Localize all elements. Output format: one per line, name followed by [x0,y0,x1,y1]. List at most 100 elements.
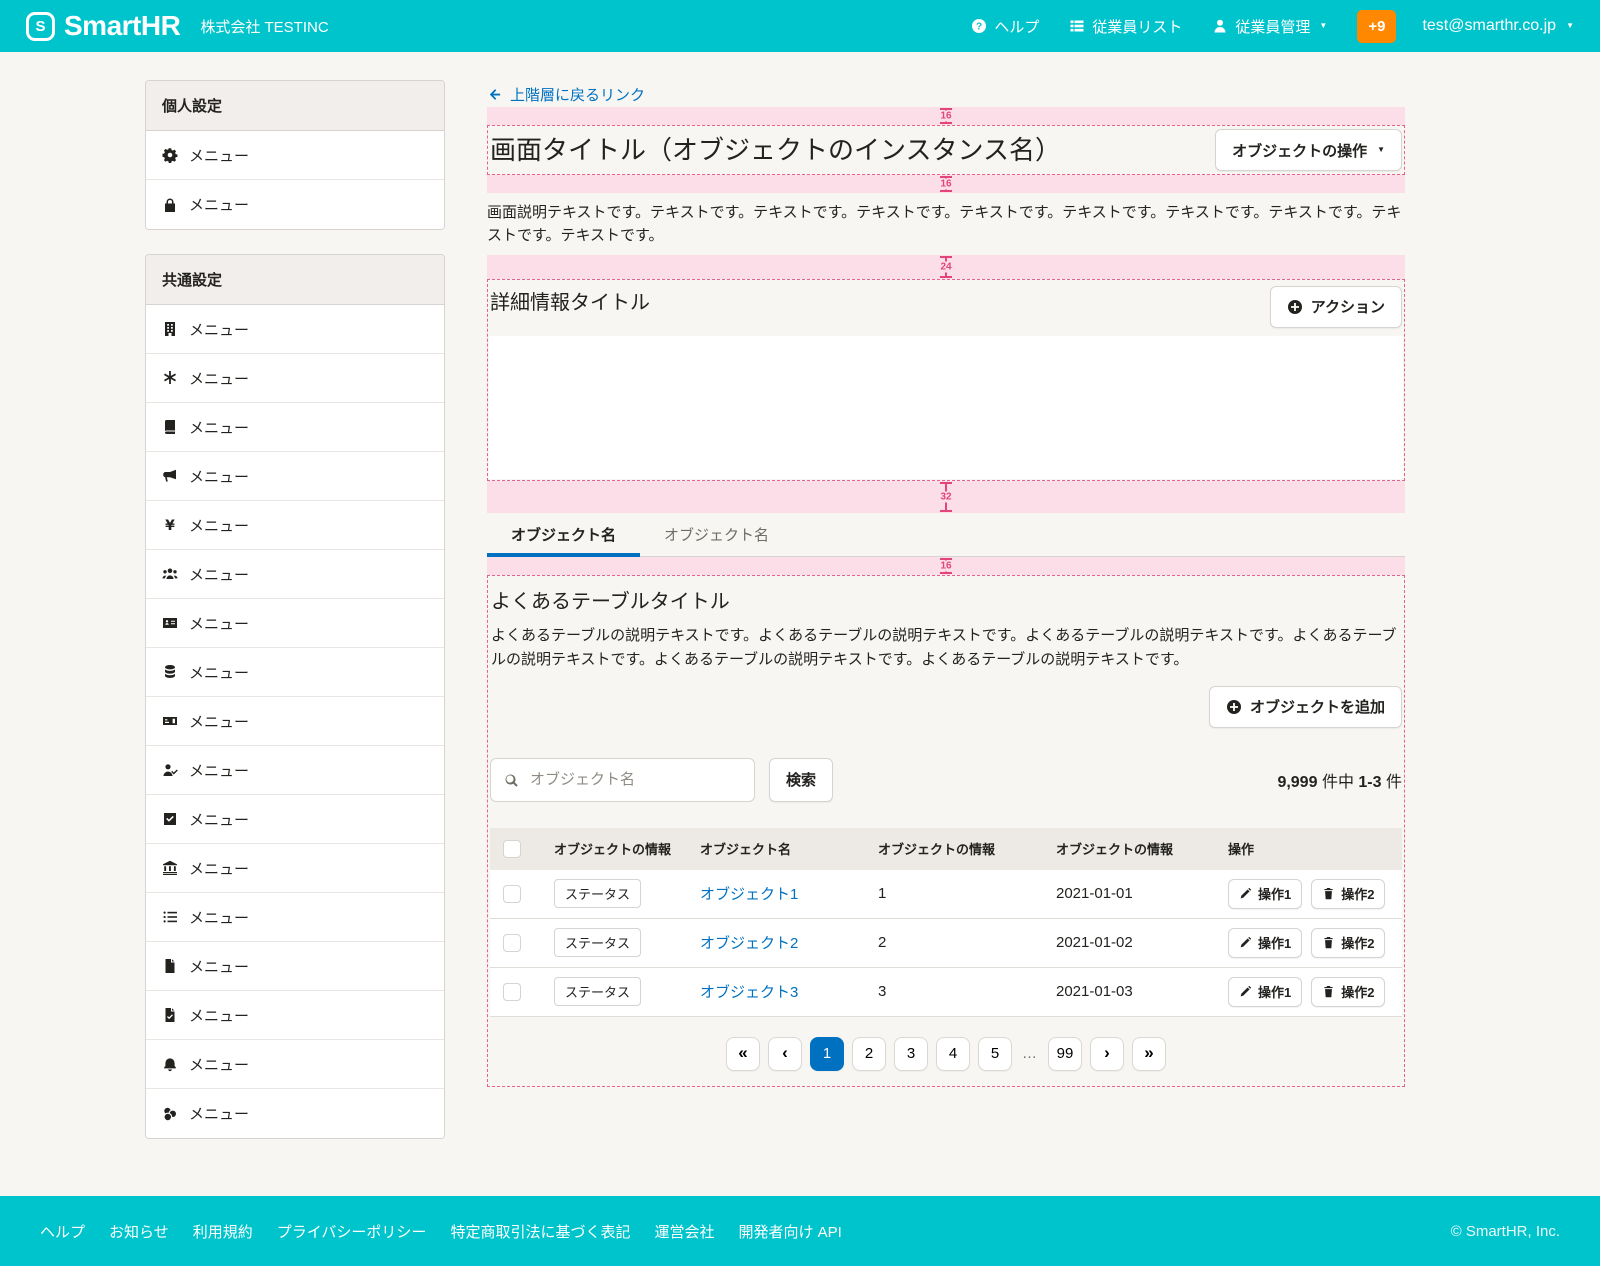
status-badge: ステータス [554,928,641,957]
delete-button[interactable]: 操作2 [1311,977,1385,1007]
database-icon [162,664,178,680]
employee-list-nav-item[interactable]: 従業員リスト [1069,16,1182,37]
spacing-guide: 16 [487,175,1405,193]
sidebar-item-menu[interactable]: メニュー [146,354,444,403]
footer-link-commerce[interactable]: 特定商取引法に基づく表記 [450,1221,630,1242]
detail-info-header: 詳細情報タイトル アクション [488,280,1404,328]
delete-button-label: 操作2 [1341,982,1374,1001]
caret-down-icon: ▼ [1566,22,1574,30]
sidebar-item-menu[interactable]: メニュー [146,1089,444,1138]
last-page-button[interactable]: » [1132,1037,1166,1071]
spacing-guide: 24 [487,255,1405,279]
object-actions-dropdown[interactable]: オブジェクトの操作 ▼ [1215,129,1402,171]
smarthr-logo[interactable]: S SmartHR [26,12,180,41]
sidebar-item-menu[interactable]: メニュー [146,599,444,648]
employee-list-label: 従業員リスト [1092,16,1182,37]
sidebar-group-personal: 個人設定 メニュー メニュー [145,80,445,230]
help-label: ヘルプ [994,16,1039,37]
object-info-value: 2 [870,934,1048,951]
page-layout: 個人設定 メニュー メニュー 共通設定 メニュー メニュー メニュー [0,52,1600,1196]
footer-link-terms[interactable]: 利用規約 [193,1221,253,1242]
sidebar-item-label: メニュー [189,1054,249,1075]
arrow-left-icon [487,87,502,102]
caret-down-icon: ▼ [1377,146,1385,154]
search-input[interactable] [528,770,742,789]
add-object-button[interactable]: オブジェクトを追加 [1209,686,1402,728]
edit-button[interactable]: 操作1 [1228,977,1302,1007]
object-link[interactable]: オブジェクト2 [700,935,798,952]
edit-button-label: 操作1 [1258,982,1291,1001]
notification-badge[interactable]: +9 [1357,10,1396,43]
object-link[interactable]: オブジェクト1 [700,886,798,903]
page-title: 画面タイトル（オブジェクトのインスタンス名） [490,132,1061,168]
page-button-5[interactable]: 5 [978,1037,1012,1071]
list-icon [162,909,178,925]
page-button-1[interactable]: 1 [810,1037,844,1071]
detail-info-section: 詳細情報タイトル アクション [487,279,1405,481]
bank-icon [162,860,178,876]
sidebar-item-menu[interactable]: メニュー [146,648,444,697]
prev-page-button[interactable]: ‹ [768,1037,802,1071]
spacing-value: 16 [937,560,954,571]
help-nav-item[interactable]: ? ヘルプ [971,16,1039,37]
row-checkbox[interactable] [503,983,521,1001]
page-button-2[interactable]: 2 [852,1037,886,1071]
page-button-4[interactable]: 4 [936,1037,970,1071]
sidebar-item-menu[interactable]: メニュー [146,131,444,180]
sidebar-item-menu[interactable]: メニュー [146,844,444,893]
search-button[interactable]: 検索 [769,758,833,802]
sidebar-item-menu[interactable]: メニュー [146,991,444,1040]
spacing-value: 16 [937,111,954,122]
employee-admin-dropdown[interactable]: 従業員管理 ▼ [1212,16,1327,37]
edit-button[interactable]: 操作1 [1228,928,1302,958]
sidebar-item-menu[interactable]: メニュー [146,1040,444,1089]
edit-button[interactable]: 操作1 [1228,879,1302,909]
row-checkbox[interactable] [503,885,521,903]
footer-link-help[interactable]: ヘルプ [40,1221,85,1242]
footer-link-company[interactable]: 運営会社 [654,1221,714,1242]
next-page-button[interactable]: › [1090,1037,1124,1071]
footer-link-api[interactable]: 開発者向け API [738,1221,841,1242]
page-button-3[interactable]: 3 [894,1037,928,1071]
person-icon [1212,18,1228,34]
select-all-checkbox[interactable] [503,840,521,858]
delete-button[interactable]: 操作2 [1311,879,1385,909]
row-actions: 操作1 操作2 [1220,879,1402,909]
sidebar-item-menu[interactable]: メニュー [146,746,444,795]
sidebar-item-menu[interactable]: メニュー [146,180,444,229]
add-object-row: オブジェクトを追加 [490,686,1402,728]
sidebar-item-menu[interactable]: メニュー [146,893,444,942]
employee-admin-label: 従業員管理 [1235,16,1310,37]
sidebar-item-menu[interactable]: メニュー [146,403,444,452]
sidebar-item-menu[interactable]: ¥ メニュー [146,501,444,550]
user-check-icon [162,762,178,778]
sidebar-item-menu[interactable]: メニュー [146,942,444,991]
result-count-middle: 件中 [1322,774,1354,791]
account-dropdown[interactable]: test@smarthr.co.jp ▼ [1422,17,1574,35]
file-check-icon [162,1007,178,1023]
sidebar-item-menu[interactable]: メニュー [146,550,444,599]
row-checkbox[interactable] [503,934,521,952]
search-icon [503,772,519,788]
object-link[interactable]: オブジェクト3 [700,984,798,1001]
column-header: 操作 [1220,839,1402,858]
sidebar-item-menu[interactable]: メニュー [146,305,444,354]
page-button-99[interactable]: 99 [1048,1037,1082,1071]
footer-link-privacy[interactable]: プライバシーポリシー [277,1221,427,1242]
object-actions-label: オブジェクトの操作 [1232,140,1367,161]
footer-link-news[interactable]: お知らせ [109,1221,169,1242]
plus-circle-icon [1226,699,1242,715]
sidebar-item-menu[interactable]: メニュー [146,697,444,746]
row-actions: 操作1 操作2 [1220,928,1402,958]
sidebar-item-menu[interactable]: メニュー [146,452,444,501]
tab-object-2[interactable]: オブジェクト名 [640,513,793,556]
delete-button[interactable]: 操作2 [1311,928,1385,958]
back-link[interactable]: 上階層に戻るリンク [487,84,645,105]
tab-object-1[interactable]: オブジェクト名 [487,513,640,556]
edit-button-label: 操作1 [1258,884,1291,903]
action-button[interactable]: アクション [1270,286,1402,328]
result-count-suffix: 件 [1386,774,1402,791]
first-page-button[interactable]: « [726,1037,760,1071]
sidebar-item-menu[interactable]: メニュー [146,795,444,844]
table-row: ステータス オブジェクト2 2 2021-01-02 操作1 操作2 [490,919,1402,968]
